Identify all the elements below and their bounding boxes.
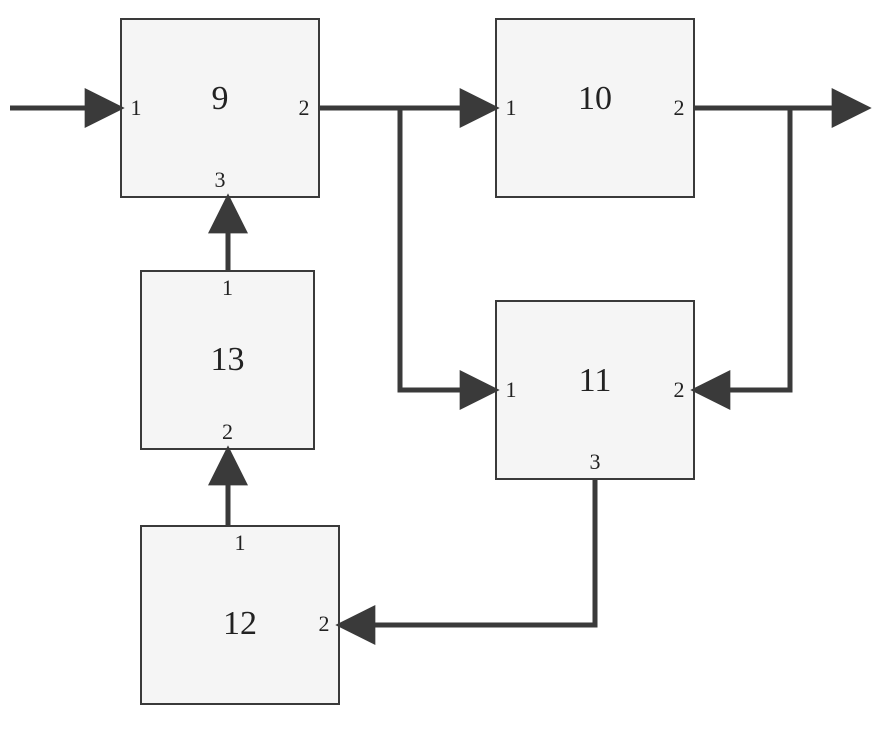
block-11-port-1: 1 xyxy=(506,377,517,403)
block-10-label: 10 xyxy=(578,80,612,118)
block-9-port-1: 1 xyxy=(131,95,142,121)
block-13-port-1: 1 xyxy=(222,275,233,301)
block-9-label: 9 xyxy=(212,80,229,118)
block-12: 12 1 2 xyxy=(140,525,340,705)
block-11-port-3: 3 xyxy=(590,449,601,475)
edge-11-to-12 xyxy=(342,480,595,625)
block-9-port-3: 3 xyxy=(215,167,226,193)
block-9-port-2: 2 xyxy=(299,95,310,121)
block-12-port-1: 1 xyxy=(235,530,246,556)
block-11: 11 1 2 3 xyxy=(495,300,695,480)
block-11-label: 11 xyxy=(579,362,612,400)
block-13-port-2: 2 xyxy=(222,419,233,445)
block-12-label: 12 xyxy=(223,605,257,643)
block-9: 9 1 2 3 xyxy=(120,18,320,198)
block-10-port-1: 1 xyxy=(506,95,517,121)
diagram-canvas: 9 1 2 3 10 1 2 11 1 2 3 12 1 2 13 1 2 xyxy=(0,0,875,739)
edge-10-to-11 xyxy=(697,108,790,390)
block-13-label: 13 xyxy=(211,341,245,379)
block-10-port-2: 2 xyxy=(674,95,685,121)
block-10: 10 1 2 xyxy=(495,18,695,198)
block-13: 13 1 2 xyxy=(140,270,315,450)
block-12-port-2: 2 xyxy=(319,611,330,637)
edge-9-to-11 xyxy=(400,108,493,390)
block-11-port-2: 2 xyxy=(674,377,685,403)
